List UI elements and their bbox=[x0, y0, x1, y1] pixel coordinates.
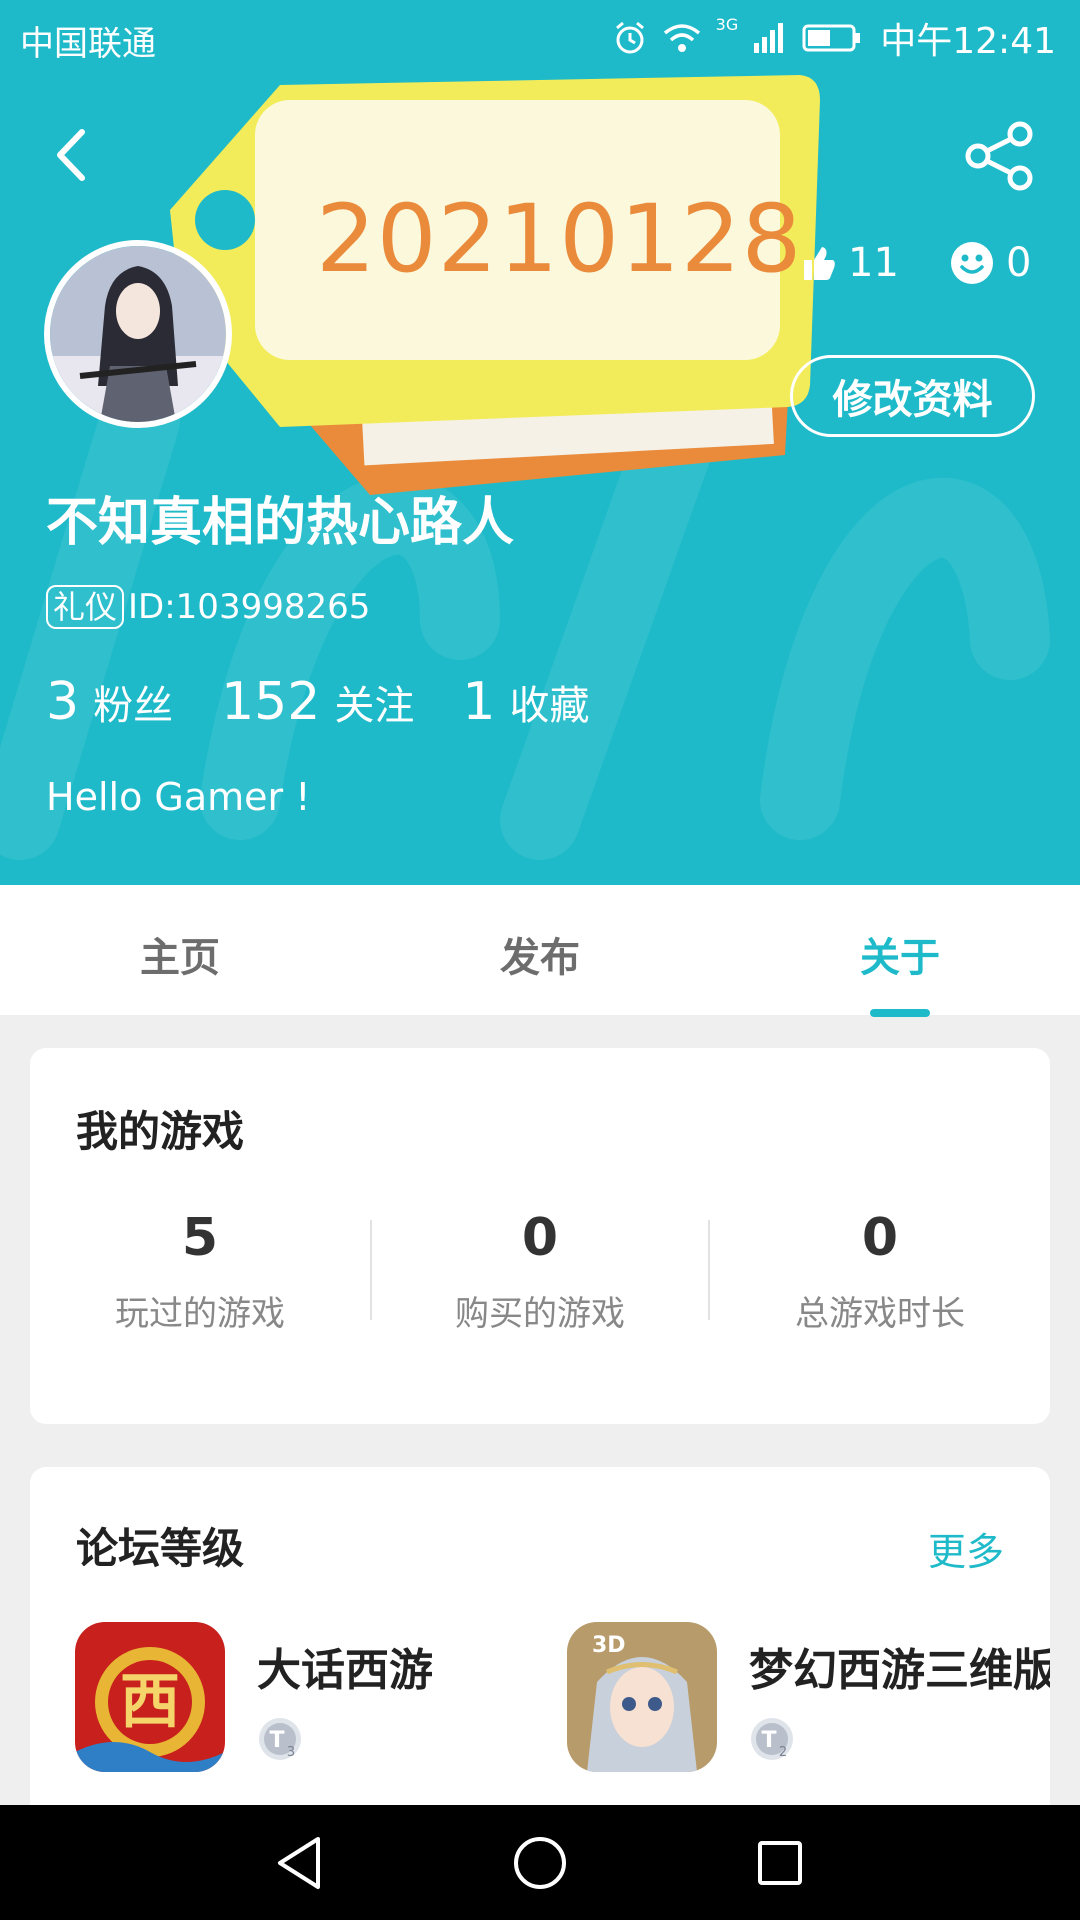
playtime-stat[interactable]: 0 总游戏时长 bbox=[710, 1208, 1050, 1335]
tag-date-text: 20210128 bbox=[316, 185, 803, 294]
svg-text:T: T bbox=[269, 1728, 284, 1753]
carrier-label: 中国联通 bbox=[20, 24, 156, 64]
played-games-count: 5 bbox=[181, 1208, 219, 1268]
smiley-icon bbox=[951, 242, 993, 284]
playtime-value: 0 bbox=[861, 1208, 899, 1268]
battery-icon bbox=[802, 24, 861, 52]
played-games-stat[interactable]: 5 玩过的游戏 bbox=[30, 1208, 370, 1335]
svg-text:T: T bbox=[761, 1728, 776, 1753]
profile-header: 中国联通 3G 中午12:41 20210128 11 0 修改资料 不知真相的… bbox=[0, 0, 1080, 885]
game-icon-menghuan: 3D bbox=[567, 1622, 717, 1772]
likes-count: 11 bbox=[848, 240, 899, 286]
user-bio: Hello Gamer ! bbox=[46, 775, 311, 819]
avatar-image bbox=[50, 246, 226, 422]
nav-back-icon[interactable] bbox=[268, 1831, 332, 1895]
following-count: 152 bbox=[221, 672, 321, 732]
signal-icon bbox=[754, 23, 784, 53]
forum-level-title: 论坛等级 bbox=[76, 1524, 245, 1573]
game-icon-dahua: 西 bbox=[75, 1622, 225, 1772]
alarm-icon bbox=[615, 21, 644, 54]
title-badge: 礼仪 bbox=[46, 585, 125, 629]
level-number: 3 bbox=[287, 1745, 295, 1760]
favorites-stat[interactable]: 1 收藏 bbox=[462, 672, 637, 732]
game-name: 梦幻西游三维版 bbox=[749, 1645, 1050, 1696]
smiles-counter[interactable]: 0 bbox=[950, 240, 1031, 286]
favorites-label: 收藏 bbox=[509, 683, 590, 729]
playtime-label: 总游戏时长 bbox=[795, 1294, 965, 1334]
following-label: 关注 bbox=[334, 683, 415, 729]
share-icon[interactable] bbox=[960, 120, 1040, 192]
favorites-count: 1 bbox=[462, 672, 496, 732]
wifi-icon bbox=[663, 24, 700, 52]
tab-posts[interactable]: 发布 bbox=[440, 925, 640, 983]
system-nav-bar bbox=[0, 1805, 1080, 1920]
game-name: 大话西游 bbox=[257, 1645, 433, 1696]
user-id-row: 礼仪 ID:103998265 bbox=[46, 585, 370, 629]
smiles-count: 0 bbox=[1006, 240, 1032, 286]
played-games-label: 玩过的游戏 bbox=[115, 1294, 285, 1334]
nav-recents-icon[interactable] bbox=[748, 1831, 812, 1895]
level-number: 2 bbox=[779, 1745, 787, 1760]
avatar[interactable] bbox=[44, 240, 232, 428]
level-badge-icon: T 2 bbox=[751, 1718, 793, 1760]
active-tab-indicator bbox=[870, 1009, 930, 1017]
nav-home-icon[interactable] bbox=[508, 1831, 572, 1895]
tab-about[interactable]: 关于 bbox=[800, 925, 1000, 983]
followers-label: 粉丝 bbox=[93, 683, 174, 729]
profile-tabs: 主页 发布 关于 bbox=[0, 885, 1080, 1017]
my-games-card: 我的游戏 5 玩过的游戏 0 购买的游戏 0 总游戏时长 bbox=[30, 1048, 1050, 1424]
more-link[interactable]: 更多 bbox=[928, 1521, 1004, 1576]
edit-profile-button[interactable]: 修改资料 bbox=[790, 355, 1035, 437]
purchased-games-label: 购买的游戏 bbox=[455, 1294, 625, 1334]
my-games-title: 我的游戏 bbox=[76, 1107, 245, 1156]
purchased-games-stat[interactable]: 0 购买的游戏 bbox=[370, 1208, 710, 1335]
purchased-games-count: 0 bbox=[521, 1208, 559, 1268]
profile-stats: 3 粉丝 152 关注 1 收藏 bbox=[46, 672, 637, 732]
tab-home[interactable]: 主页 bbox=[80, 925, 280, 983]
thumbs-up-icon bbox=[804, 247, 835, 280]
username: 不知真相的热心路人 bbox=[46, 493, 515, 553]
game-stats: 5 玩过的游戏 0 购买的游戏 0 总游戏时长 bbox=[30, 1208, 1050, 1358]
following-stat[interactable]: 152 关注 bbox=[221, 672, 462, 732]
followers-count: 3 bbox=[46, 672, 80, 732]
forum-level-card: 论坛等级 更多 西 大话西游 T 3 3D 梦幻西游三维版 T 2 bbox=[30, 1467, 1050, 1827]
followers-stat[interactable]: 3 粉丝 bbox=[46, 672, 221, 732]
back-icon[interactable] bbox=[40, 120, 110, 190]
svg-text:3D: 3D bbox=[592, 1633, 626, 1658]
user-id: ID:103998265 bbox=[128, 587, 371, 627]
clock: 中午12:41 bbox=[880, 21, 1056, 62]
likes-counter[interactable]: 11 bbox=[800, 240, 899, 286]
level-badge-icon: T 3 bbox=[259, 1718, 301, 1760]
network-type-label: 3G bbox=[715, 14, 739, 34]
svg-text:西: 西 bbox=[120, 1667, 180, 1737]
forum-game-item[interactable]: 3D 梦幻西游三维版 T 2 bbox=[567, 1622, 1050, 1772]
forum-game-item[interactable]: 西 大话西游 T 3 bbox=[75, 1622, 515, 1772]
